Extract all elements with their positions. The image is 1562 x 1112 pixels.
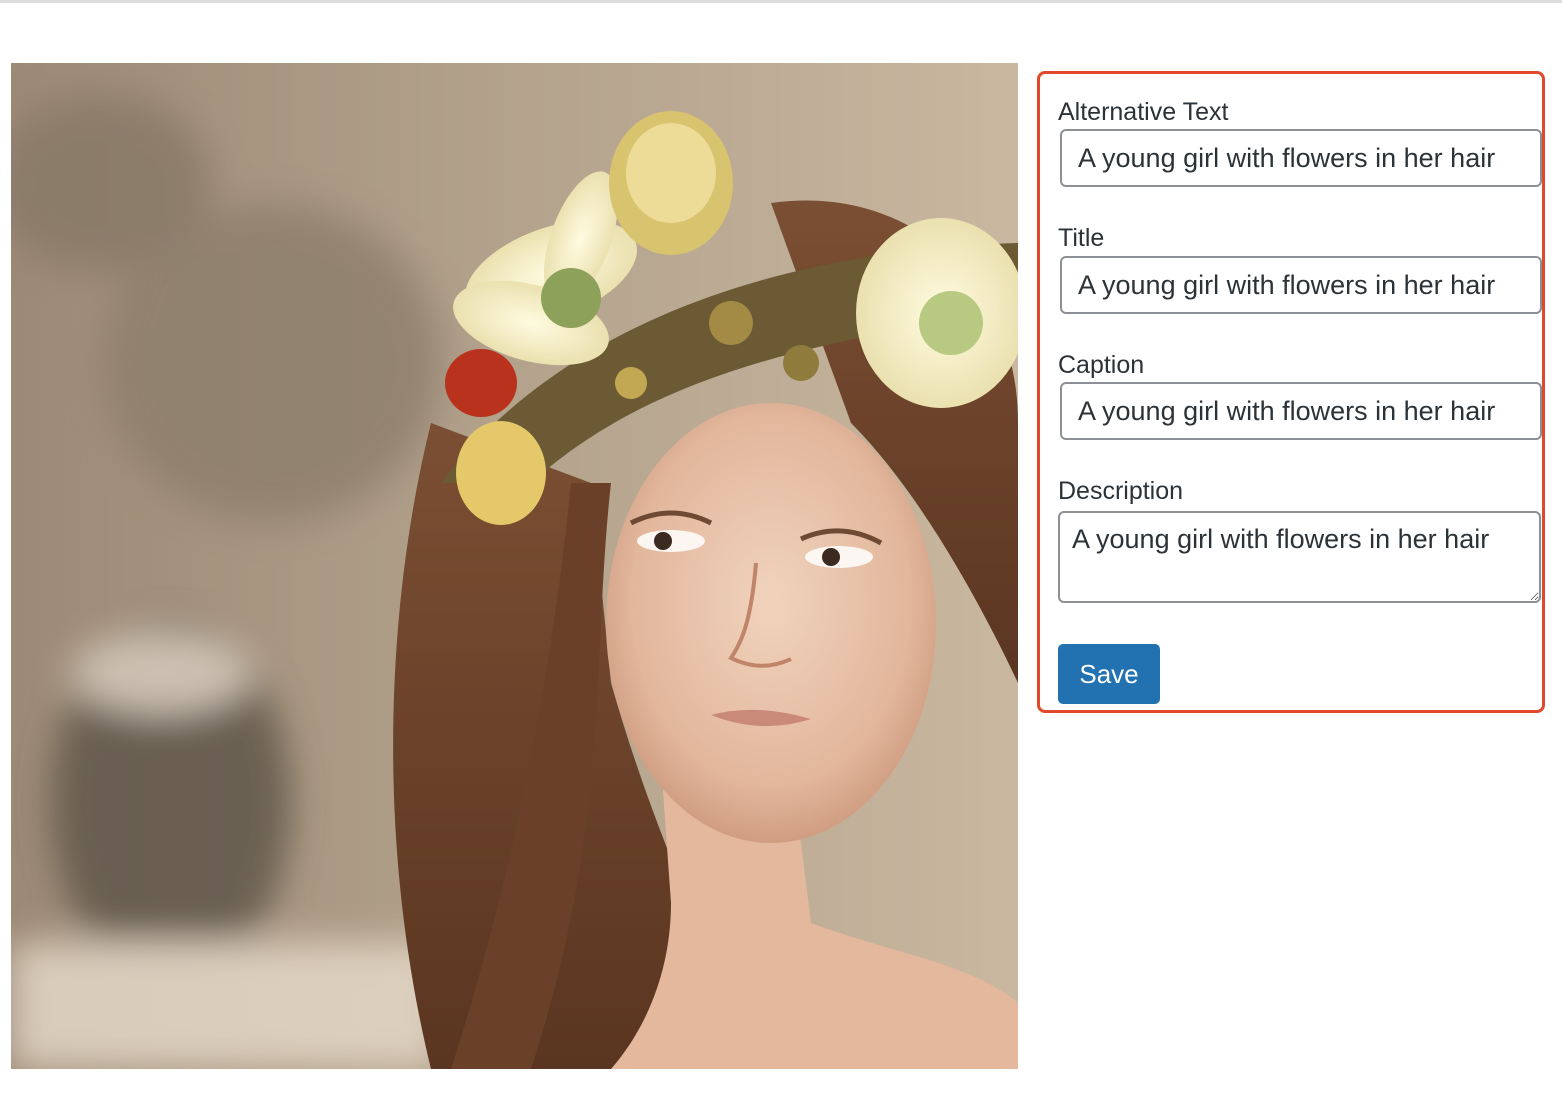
image-preview	[11, 63, 1018, 1069]
title-label: Title	[1058, 224, 1105, 252]
alt-text-label: Alternative Text	[1058, 98, 1229, 126]
description-textarea[interactable]: A young girl with flowers in her hair	[1058, 511, 1541, 603]
portrait-image	[11, 63, 1018, 1069]
title-input[interactable]	[1060, 256, 1542, 314]
caption-label: Caption	[1058, 351, 1145, 379]
save-button[interactable]: Save	[1058, 644, 1160, 704]
top-divider	[0, 0, 1562, 3]
description-label: Description	[1058, 477, 1184, 505]
caption-input[interactable]	[1060, 382, 1542, 440]
alt-text-input[interactable]	[1060, 129, 1542, 187]
